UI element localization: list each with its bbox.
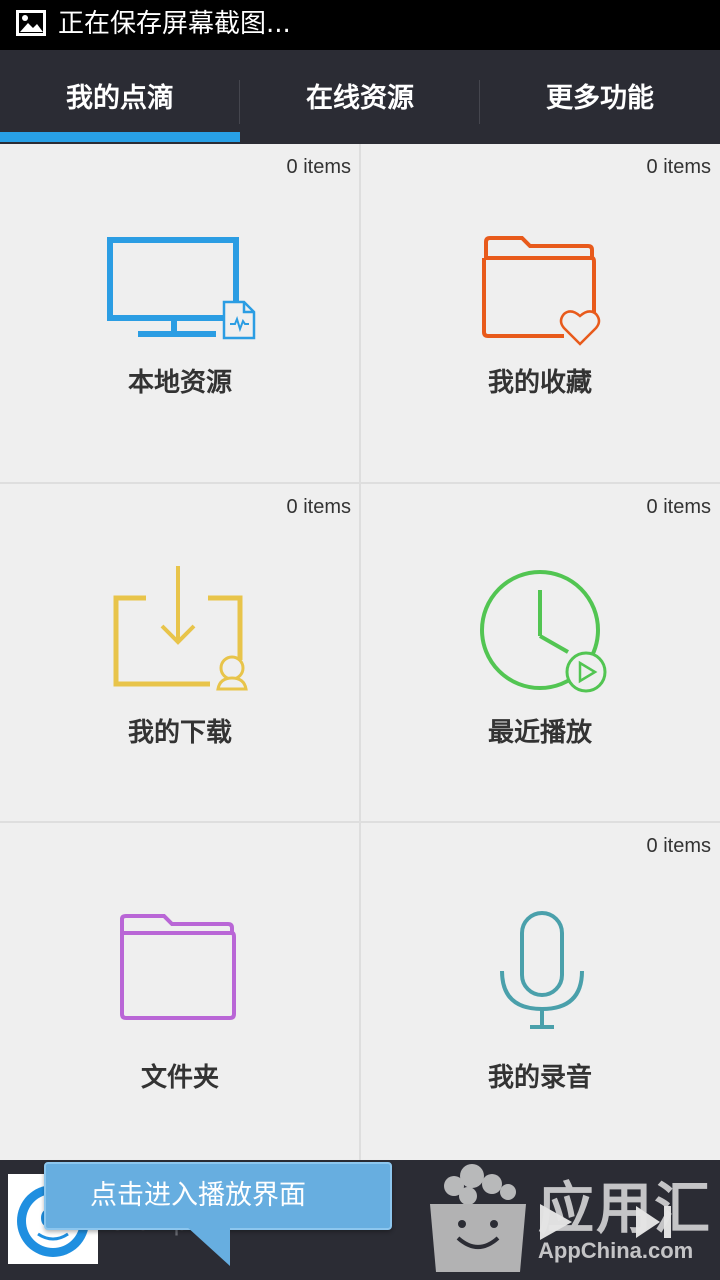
item-count: 0 items <box>646 835 711 857</box>
item-count: 0 items <box>286 496 351 518</box>
microphone-icon <box>500 911 584 1029</box>
tooltip-text: 点击进入播放界面 <box>90 1180 306 1211</box>
tab-my-stuff[interactable]: 我的点滴 <box>0 50 240 144</box>
item-count: 0 items <box>646 496 711 518</box>
clock-play-icon <box>480 570 607 693</box>
grid-item-local-resources[interactable]: 0 items 本地资源 <box>0 144 360 483</box>
tab-label: 更多功能 <box>546 82 654 114</box>
folder-icon <box>120 914 236 1020</box>
tab-more-features[interactable]: 更多功能 <box>480 50 720 144</box>
grid-item-label: 最近播放 <box>487 718 592 748</box>
appchina-watermark: 应用汇 AppChina.com <box>420 1160 720 1280</box>
status-text: 正在保存屏幕截图... <box>58 9 291 39</box>
grid-divider-horizontal <box>0 821 720 823</box>
watermark-cn-text: 应用汇 <box>538 1177 712 1242</box>
image-icon <box>16 10 46 36</box>
tab-online-resources[interactable]: 在线资源 <box>240 50 480 144</box>
download-user-icon <box>113 566 248 691</box>
grid-item-recordings[interactable]: 0 items 我的录音 <box>360 823 720 1160</box>
grid-item-folder[interactable]: 文件夹 <box>0 823 360 1160</box>
tab-label: 在线资源 <box>306 82 414 114</box>
folder-heart-icon <box>482 236 601 346</box>
monitor-file-icon <box>107 237 256 340</box>
active-tab-indicator <box>0 132 240 142</box>
bag-logo-icon <box>430 1164 526 1272</box>
grid-item-label: 我的录音 <box>487 1063 592 1093</box>
grid-item-label: 本地资源 <box>127 368 232 398</box>
enter-player-tooltip[interactable]: 点击进入播放界面 <box>44 1162 392 1230</box>
grid-item-label: 我的收藏 <box>487 368 592 398</box>
grid-divider-horizontal <box>0 482 720 484</box>
status-bar: 正在保存屏幕截图... <box>0 0 720 50</box>
item-count: 0 items <box>646 156 711 178</box>
grid-item-downloads[interactable]: 0 items 我的下载 <box>0 484 360 822</box>
watermark-en-text: AppChina.com <box>538 1238 694 1263</box>
tab-bar: 我的点滴 在线资源 更多功能 <box>0 50 720 144</box>
grid-item-label: 我的下载 <box>127 718 232 748</box>
tab-label: 我的点滴 <box>66 82 174 114</box>
grid-item-recent-playback[interactable]: 0 items 最近播放 <box>360 484 720 822</box>
tooltip-tail <box>186 1226 230 1266</box>
grid-divider-vertical <box>359 144 361 1160</box>
grid-item-favorites[interactable]: 0 items 我的收藏 <box>360 144 720 483</box>
item-count: 0 items <box>286 156 351 178</box>
grid-item-label: 文件夹 <box>140 1063 219 1093</box>
